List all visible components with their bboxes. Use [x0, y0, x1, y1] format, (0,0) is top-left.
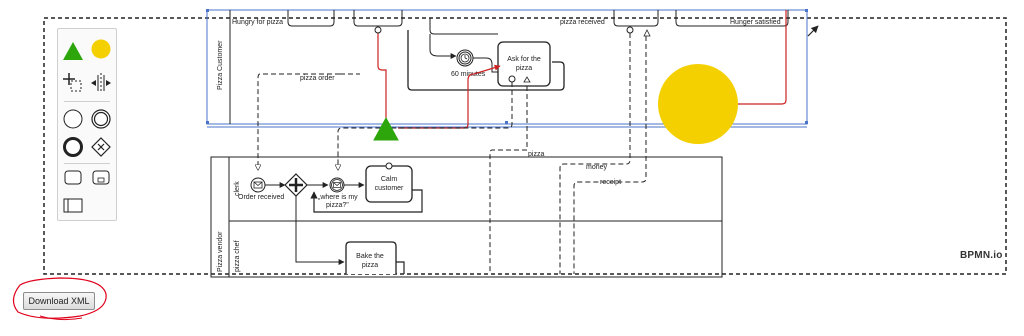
- boundary-marker-1: [374, 26, 382, 34]
- calm-customer-line2: customer: [375, 185, 404, 192]
- hand-tool-icon[interactable]: [61, 71, 85, 95]
- calm-customer-line1: Calm: [381, 176, 398, 183]
- hungry-for-pizza-label: Hungry for pizza: [232, 19, 283, 26]
- parallel-gateway[interactable]: [284, 173, 308, 197]
- pizza-received-label: pizza received: [560, 19, 605, 26]
- intermediate-event-icon[interactable]: [89, 107, 113, 131]
- task-bake-pizza[interactable]: Bake the pizza: [345, 241, 397, 274]
- green-triangle-icon[interactable]: [61, 39, 85, 63]
- money-label: money: [586, 164, 608, 171]
- ask-for-pizza-line1: Ask for the: [507, 56, 541, 63]
- start-event-icon[interactable]: [61, 107, 85, 131]
- message-flow-money: [559, 33, 631, 274]
- hunger-satisfied-label: Hunger satisfied: [730, 19, 781, 26]
- palette-separator: [64, 163, 110, 164]
- gateway-icon[interactable]: [89, 135, 113, 159]
- bpmn-canvas[interactable]: Pizza Customer Pizza vendor clerk pizza …: [0, 0, 1024, 336]
- red-flow-1: [377, 30, 387, 120]
- pool-icon[interactable]: [61, 193, 85, 217]
- pizza-message-label: pizza: [528, 151, 544, 158]
- receipt-label: receipt: [600, 179, 621, 186]
- palette-separator: [64, 101, 110, 102]
- task-icon[interactable]: [61, 165, 85, 189]
- customer-pool-label: Pizza Customer: [217, 40, 224, 90]
- download-xml-button[interactable]: Download XML: [23, 292, 95, 310]
- space-tool-icon[interactable]: [89, 71, 113, 95]
- chef-lane-label: pizza chef: [234, 240, 241, 272]
- message-start-event-order-received[interactable]: [250, 177, 266, 193]
- where-is-my-pizza-line1: „where is my: [318, 194, 358, 201]
- sequence-flow-to-timer: [429, 34, 457, 59]
- message-flow-receipt: [573, 36, 647, 274]
- tool-palette: [57, 28, 117, 221]
- message-marker-top: [643, 29, 651, 37]
- task-ask-for-pizza[interactable]: Ask for the pizza: [497, 41, 551, 87]
- where-is-my-pizza-line2: pizza?": [326, 202, 349, 209]
- connection-arrow-top-right: [807, 25, 819, 37]
- ask-for-pizza-line2: pizza: [516, 65, 532, 72]
- order-received-label: Order received: [238, 194, 284, 201]
- timer-event[interactable]: [456, 49, 474, 67]
- end-event-icon[interactable]: [61, 135, 85, 159]
- message-catch-event-where-pizza[interactable]: [329, 177, 345, 193]
- boundary-marker-2: [626, 26, 634, 34]
- sequence-flow-to-subprocess: [429, 18, 498, 35]
- message-flow-pizza: [489, 86, 528, 274]
- bpmn-io-watermark[interactable]: BPMN.io: [960, 250, 1003, 261]
- pizza-order-label: pizza order: [300, 75, 335, 82]
- vendor-pool[interactable]: Pizza vendor clerk pizza chef: [210, 156, 723, 278]
- subprocess-icon[interactable]: [89, 165, 113, 189]
- bake-flow-out: [396, 261, 405, 274]
- bake-pizza-line1: Bake the: [356, 253, 384, 260]
- green-triangle-shape[interactable]: [373, 116, 399, 141]
- yellow-circle-shape[interactable]: [658, 64, 738, 144]
- message-flow-pizza-order: [258, 73, 340, 170]
- bake-pizza-line2: pizza: [362, 262, 378, 269]
- vendor-pool-label: Pizza vendor: [217, 231, 224, 272]
- task-calm-customer[interactable]: Calm customer: [365, 162, 413, 203]
- yellow-circle-icon[interactable]: [89, 37, 113, 61]
